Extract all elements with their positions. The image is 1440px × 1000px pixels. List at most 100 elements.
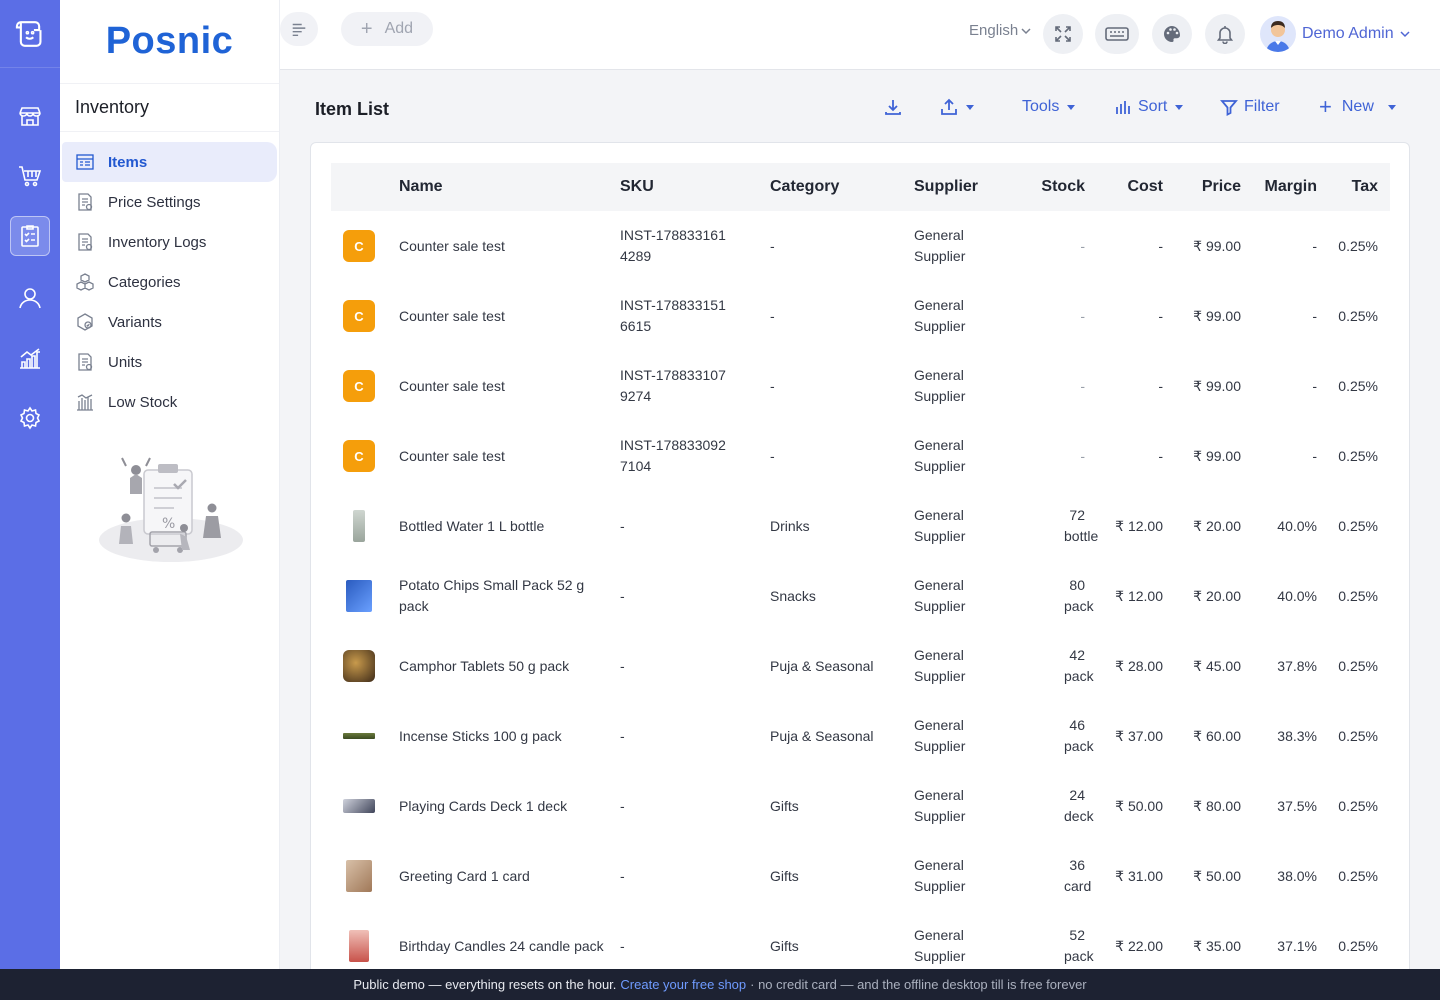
cell-name[interactable]: Counter sale test xyxy=(399,421,620,491)
cell-margin: - xyxy=(1312,307,1317,324)
banner-tail: · no credit card — and the offline deskt… xyxy=(750,977,1087,992)
table-row[interactable]: Incense Sticks 100 g pack - Puja & Seaso… xyxy=(331,701,1390,771)
sidebar-item-categories[interactable]: Categories xyxy=(62,262,277,302)
column-header-name[interactable]: Name xyxy=(399,163,620,211)
column-header-stock[interactable]: Stock xyxy=(1014,163,1085,211)
toggle-sidebar-button[interactable] xyxy=(280,12,318,46)
cell-supplier: General Supplier xyxy=(914,577,966,614)
item-thumbnail xyxy=(343,733,375,739)
cell-supplier: General Supplier xyxy=(914,297,966,334)
user-menu[interactable]: Demo Admin xyxy=(1260,16,1410,52)
cell-category: Snacks xyxy=(770,587,816,604)
cell-stock: 72 bottle xyxy=(1064,507,1099,544)
sort-button[interactable]: Sort xyxy=(1114,98,1184,116)
download-button[interactable] xyxy=(884,98,902,116)
cell-margin: 38.0% xyxy=(1277,867,1317,884)
rail-reports-icon[interactable] xyxy=(10,338,50,378)
cell-margin: 38.3% xyxy=(1277,727,1317,744)
cell-stock: - xyxy=(1080,237,1085,254)
column-header-category[interactable]: Category xyxy=(770,163,914,211)
cell-stock: 80 pack xyxy=(1064,577,1094,614)
column-header-sku[interactable]: SKU xyxy=(620,163,770,211)
cell-cost: - xyxy=(1158,377,1163,394)
rail-store-icon[interactable] xyxy=(10,96,50,136)
cell-name[interactable]: Greeting Card 1 card xyxy=(399,841,620,911)
caret-down-icon xyxy=(966,104,974,110)
cell-name[interactable]: Counter sale test xyxy=(399,211,620,281)
filter-button[interactable]: Filter xyxy=(1220,98,1280,116)
cell-name[interactable]: Counter sale test xyxy=(399,281,620,351)
sidebar-item-variants[interactable]: Variants xyxy=(62,302,277,342)
cell-price: ₹ 20.00 xyxy=(1193,587,1241,604)
fullscreen-button[interactable] xyxy=(1043,14,1083,54)
rail-inventory-icon[interactable] xyxy=(10,216,50,256)
notifications-button[interactable] xyxy=(1205,14,1245,54)
keyboard-shortcuts-button[interactable] xyxy=(1095,14,1139,54)
add-button[interactable]: + Add xyxy=(341,12,433,46)
table-row[interactable]: Playing Cards Deck 1 deck - Gifts Genera… xyxy=(331,771,1390,841)
table-row[interactable]: Greeting Card 1 card - Gifts General Sup… xyxy=(331,841,1390,911)
item-thumbnail xyxy=(353,510,365,542)
download-icon xyxy=(885,100,901,115)
sidebar-item-label: Items xyxy=(108,153,148,171)
column-header-margin[interactable]: Margin xyxy=(1241,163,1317,211)
sidebar-item-units[interactable]: Units xyxy=(62,342,277,382)
table-header-row: Name SKU Category Supplier Stock Cost Pr… xyxy=(331,163,1390,211)
item-thumbnail xyxy=(349,930,369,962)
svg-text:%: % xyxy=(162,516,175,532)
column-header-cost[interactable]: Cost xyxy=(1085,163,1163,211)
cell-supplier: General Supplier xyxy=(914,507,966,544)
rail-user-icon[interactable] xyxy=(10,278,50,318)
bar-chart-icon xyxy=(1116,101,1130,114)
column-header-supplier[interactable]: Supplier xyxy=(914,163,1014,211)
cell-thumb xyxy=(331,841,399,911)
brand-logo[interactable]: Posnic xyxy=(60,0,279,84)
column-header-tax[interactable]: Tax xyxy=(1317,163,1390,211)
cell-name[interactable]: Potato Chips Small Pack 52 g pack xyxy=(399,561,620,631)
table-row[interactable]: C Counter sale test INST-1788330927104 -… xyxy=(331,421,1390,491)
cell-stock: - xyxy=(1080,377,1085,394)
cell-price: ₹ 99.00 xyxy=(1193,237,1241,254)
table-row[interactable]: C Counter sale test INST-1788331614289 -… xyxy=(331,211,1390,281)
rail-settings-icon[interactable] xyxy=(10,398,50,438)
cell-category: - xyxy=(770,447,775,464)
new-item-button[interactable]: + New xyxy=(1319,96,1396,118)
cell-name[interactable]: Playing Cards Deck 1 deck xyxy=(399,771,620,841)
add-button-label: Add xyxy=(384,20,414,37)
tools-button[interactable]: Tools xyxy=(1022,98,1076,116)
cell-name[interactable]: Bottled Water 1 L bottle xyxy=(399,491,620,561)
sidebar-item-label: Categories xyxy=(108,273,181,291)
table-row[interactable]: C Counter sale test INST-1788331516615 -… xyxy=(331,281,1390,351)
language-select[interactable]: English xyxy=(969,22,1031,39)
cell-sku: INST-1788331614289 xyxy=(620,227,726,264)
sidebar-item-items[interactable]: Items xyxy=(62,142,277,182)
sidebar-item-label: Units xyxy=(108,353,143,371)
table-row[interactable]: Camphor Tablets 50 g pack - Puja & Seaso… xyxy=(331,631,1390,701)
export-button[interactable] xyxy=(940,98,974,116)
sidebar-item-low-stock[interactable]: Low Stock xyxy=(62,382,277,422)
cell-cost: ₹ 28.00 xyxy=(1115,657,1163,674)
cell-supplier: General Supplier xyxy=(914,367,966,404)
sidebar-item-price-settings[interactable]: Price Settings xyxy=(62,182,277,222)
cell-stock: 46 pack xyxy=(1064,717,1094,754)
rail-cart-icon[interactable] xyxy=(10,156,50,196)
cell-margin: 37.8% xyxy=(1277,657,1317,674)
cell-supplier: General Supplier xyxy=(914,857,966,894)
table-row[interactable]: Potato Chips Small Pack 52 g pack - Snac… xyxy=(331,561,1390,631)
cell-name[interactable]: Incense Sticks 100 g pack xyxy=(399,701,620,771)
column-header-price[interactable]: Price xyxy=(1163,163,1241,211)
cell-stock: - xyxy=(1080,307,1085,324)
cell-tax: 0.25% xyxy=(1338,307,1378,324)
cell-name[interactable]: Counter sale test xyxy=(399,351,620,421)
cell-name[interactable]: Camphor Tablets 50 g pack xyxy=(399,631,620,701)
app-logo-icon[interactable] xyxy=(0,0,60,68)
cell-cost: ₹ 37.00 xyxy=(1115,727,1163,744)
create-shop-link[interactable]: Create your free shop xyxy=(620,977,746,992)
sidebar-item-inventory-logs[interactable]: Inventory Logs xyxy=(62,222,277,262)
page-title: Item List xyxy=(315,99,390,119)
item-thumbnail xyxy=(343,799,375,813)
table-row[interactable]: Bottled Water 1 L bottle - Drinks Genera… xyxy=(331,491,1390,561)
cell-stock: - xyxy=(1080,447,1085,464)
theme-button[interactable] xyxy=(1152,14,1192,54)
table-row[interactable]: C Counter sale test INST-1788331079274 -… xyxy=(331,351,1390,421)
